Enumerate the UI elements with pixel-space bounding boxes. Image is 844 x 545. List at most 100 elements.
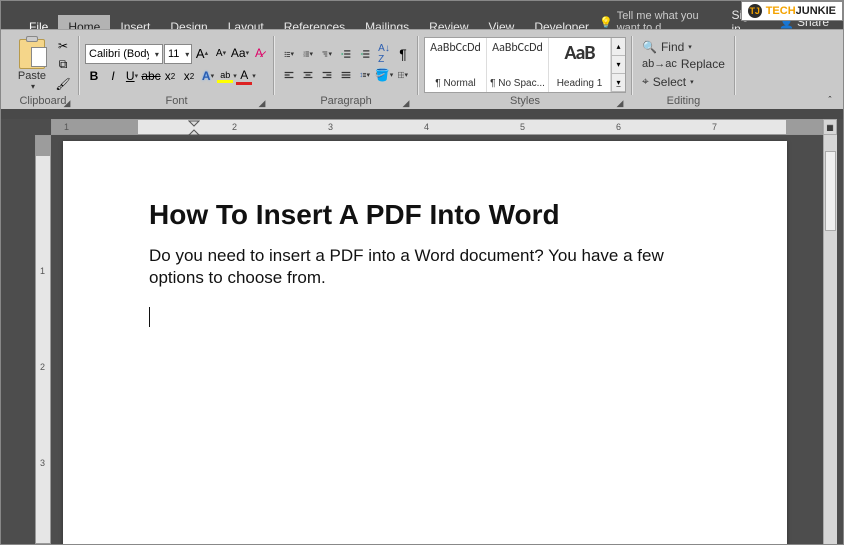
paste-button[interactable]: Paste▾ (13, 39, 51, 91)
chevron-down-icon[interactable]: ▾ (688, 43, 692, 51)
style-label: Heading 1 (557, 78, 603, 89)
style-preview: AaB (564, 41, 594, 65)
justify-icon (341, 67, 351, 83)
style-label: ¶ Normal (435, 78, 475, 89)
italic-button[interactable]: I (104, 67, 122, 85)
sort-icon: A↓Z (378, 43, 390, 65)
find-button[interactable]: 🔍 Find ▾ (638, 39, 729, 55)
font-size-input[interactable] (165, 48, 184, 60)
document-paragraph[interactable]: Do you need to insert a PDF into a Word … (149, 245, 709, 289)
change-case-button[interactable]: Aa▾ (231, 44, 249, 62)
ribbon: Paste▾ ✂ ⧉ 🖌 Clipboard ◢ (1, 29, 843, 109)
show-marks-button[interactable]: ¶ (394, 45, 412, 63)
ruler-tick: 7 (712, 122, 717, 132)
format-painter-button[interactable]: 🖌 (53, 75, 73, 93)
group-editing: 🔍 Find ▾ ab→ac Replace ⌖ Select ▾ Editin… (632, 32, 735, 109)
grow-font-button[interactable]: A▴ (193, 44, 211, 62)
text-effects-icon: A (202, 69, 211, 83)
group-font: ▾ ▾ A▴ A▾ Aa▾ A̷ B I U▾ abc x2 (79, 32, 274, 109)
font-group-label: Font ◢ (85, 95, 268, 109)
strikethrough-button[interactable]: abc (142, 67, 160, 85)
clipboard-launcher[interactable]: ◢ (61, 97, 73, 109)
paste-icon (19, 39, 45, 69)
brand-icon: TJ (748, 4, 762, 18)
paragraph-launcher[interactable]: ◢ (400, 97, 412, 109)
ruler-tick: 6 (616, 122, 621, 132)
vertical-scrollbar[interactable] (823, 135, 837, 544)
collapse-ribbon-button[interactable]: ˆ (823, 94, 837, 106)
superscript-button[interactable]: x2 (180, 67, 198, 85)
line-spacing-button[interactable]: ▾ (356, 66, 374, 84)
clear-formatting-button[interactable]: A̷ (250, 44, 268, 62)
subscript-button[interactable]: x2 (161, 67, 179, 85)
font-family-input[interactable] (86, 48, 152, 60)
indent-marker-icon[interactable] (188, 120, 200, 136)
align-right-button[interactable] (318, 66, 336, 84)
select-button[interactable]: ⌖ Select ▾ (638, 73, 729, 90)
document-page[interactable]: How To Insert A PDF Into Word Do you nee… (63, 141, 787, 544)
cursor-icon: ⌖ (642, 74, 649, 89)
justify-button[interactable] (337, 66, 355, 84)
font-color-button[interactable]: A ▾ (237, 67, 255, 85)
font-launcher[interactable]: ◢ (256, 97, 268, 109)
lightbulb-icon: 💡 (599, 16, 613, 29)
underline-button[interactable]: U▾ (123, 67, 141, 85)
horizontal-ruler[interactable]: 1 2 3 4 5 6 7 (51, 119, 823, 135)
gallery-more[interactable]: ▾̲ (612, 74, 625, 92)
paragraph-group-label: Paragraph ◢ (280, 95, 412, 109)
group-styles: AaBbCcDd ¶ Normal AaBbCcDd ¶ No Spac... … (418, 32, 632, 109)
cut-button[interactable]: ✂ (53, 37, 73, 55)
bullets-button[interactable]: ▾ (280, 45, 298, 63)
gallery-scroll: ▴ ▾ ▾̲ (611, 38, 625, 92)
align-center-button[interactable] (299, 66, 317, 84)
brush-icon: 🖌 (55, 77, 70, 91)
vertical-ruler[interactable]: 1 2 3 (35, 135, 51, 544)
numbering-button[interactable]: 123▾ (299, 45, 317, 63)
style-label: ¶ No Spac... (490, 78, 545, 89)
copy-button[interactable]: ⧉ (53, 56, 73, 74)
scrollbar-thumb[interactable] (825, 151, 836, 231)
gallery-down[interactable]: ▾ (612, 56, 625, 74)
font-family-combo[interactable]: ▾ (85, 44, 163, 64)
chevron-down-icon[interactable]: ▾ (690, 78, 694, 86)
borders-button[interactable]: ▾ (394, 66, 412, 84)
svg-text:3: 3 (303, 55, 305, 58)
bucket-icon: 🪣 (375, 68, 390, 82)
ruler-tick: 3 (40, 458, 45, 468)
style-normal[interactable]: AaBbCcDd ¶ Normal (425, 38, 487, 92)
chevron-down-icon[interactable]: ▾ (184, 50, 192, 59)
shading-button[interactable]: 🪣▾ (375, 66, 393, 84)
document-heading[interactable]: How To Insert A PDF Into Word (149, 199, 709, 231)
text-cursor (149, 307, 709, 327)
styles-launcher[interactable]: ◢ (614, 97, 626, 109)
highlight-button[interactable]: ab ▾ (218, 67, 236, 85)
bold-button[interactable]: B (85, 67, 103, 85)
search-icon: 🔍 (642, 40, 657, 54)
chevron-down-icon[interactable]: ▾ (152, 50, 162, 59)
ruler-tick: 5 (520, 122, 525, 132)
page-content: How To Insert A PDF Into Word Do you nee… (149, 199, 709, 327)
replace-button[interactable]: ab→ac Replace (638, 56, 729, 72)
multilevel-list-button[interactable]: ▾ (318, 45, 336, 63)
style-heading-1[interactable]: AaB Heading 1 (549, 38, 611, 92)
align-left-icon (284, 67, 294, 83)
pilcrow-icon: ¶ (399, 46, 407, 62)
ribbon-tabs: File Home Insert Design Layout Reference… (1, 1, 843, 29)
style-no-spacing[interactable]: AaBbCcDd ¶ No Spac... (487, 38, 549, 92)
shrink-font-button[interactable]: A▾ (212, 44, 230, 62)
ruler-tick: 1 (64, 122, 69, 132)
ruler-toggle-button[interactable]: ▦ (823, 119, 837, 135)
gallery-up[interactable]: ▴ (612, 38, 625, 56)
style-preview: AaBbCcDd (430, 41, 481, 55)
find-label: Find (661, 40, 684, 54)
styles-gallery: AaBbCcDd ¶ Normal AaBbCcDd ¶ No Spac... … (424, 37, 626, 93)
align-left-button[interactable] (280, 66, 298, 84)
text-effects-button[interactable]: A▾ (199, 67, 217, 85)
increase-indent-button[interactable] (356, 45, 374, 63)
indent-icon (360, 46, 370, 62)
ruler-tick: 3 (328, 122, 333, 132)
group-clipboard: Paste▾ ✂ ⧉ 🖌 Clipboard ◢ (7, 32, 79, 109)
sort-button[interactable]: A↓Z (375, 45, 393, 63)
font-size-combo[interactable]: ▾ (164, 44, 192, 64)
decrease-indent-button[interactable] (337, 45, 355, 63)
